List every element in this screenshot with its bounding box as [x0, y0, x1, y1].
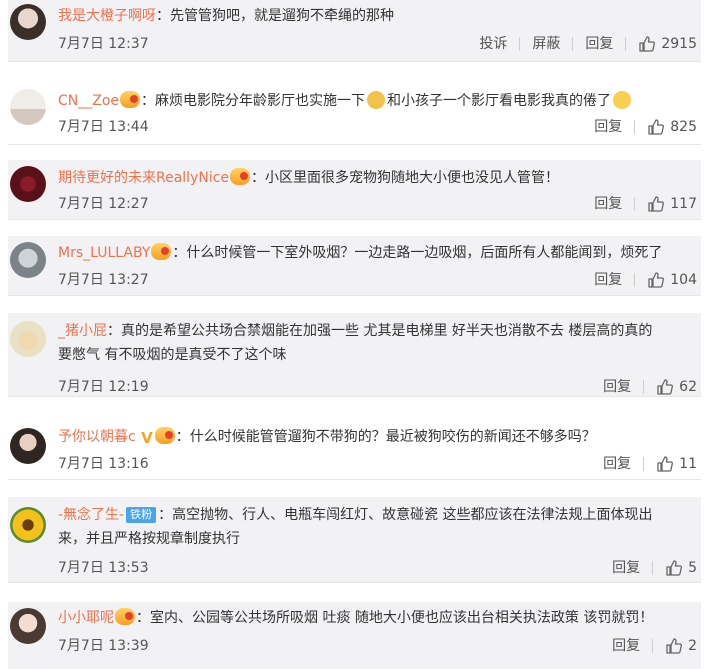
avatar[interactable] [10, 428, 46, 464]
comment-text: ：麻烦电影院分年龄影厅也实施一下 [141, 93, 366, 109]
comment-username[interactable]: 我是大橙子啊呀 [58, 8, 156, 24]
verified-v-icon: V [141, 429, 153, 447]
emoji-icon [367, 91, 386, 109]
comment-text: ：室内、公园等公共场所吸烟 吐痰 随地大小便也应该出台相关执法政策 该罚就罚！ [136, 610, 654, 626]
reply-button[interactable]: 回复 [600, 638, 652, 654]
reply-button[interactable]: 回复 [591, 456, 643, 472]
like-button[interactable]: 825 [635, 118, 697, 136]
like-button[interactable]: 5 [653, 559, 697, 577]
avatar[interactable] [10, 507, 46, 543]
thumbs-up-icon [648, 272, 665, 288]
comment-username[interactable]: 小小耶呢 [58, 610, 114, 626]
thumbs-up-icon [666, 560, 683, 576]
avatar[interactable] [10, 608, 46, 644]
like-button[interactable]: 117 [635, 195, 697, 213]
reply-button[interactable]: 回复 [582, 119, 634, 135]
fan-tag: 铁粉 [126, 507, 157, 523]
like-count: 5 [688, 560, 697, 576]
reply-button[interactable]: 回复 [573, 36, 625, 52]
comment-username[interactable]: CN__Zoe [58, 93, 119, 109]
member-badge-icon [151, 243, 172, 260]
comment-list: 我是大橙子啊呀：先管管狗吧，就是遛狗不牵绳的那种 7月7日 12:37 投诉 屏… [0, 0, 712, 669]
comment-item: 小小耶呢 ：室内、公园等公共场所吸烟 吐痰 随地大小便也应该出台相关执法政策 该罚… [8, 602, 701, 669]
comment-username[interactable]: -無念了生- [58, 507, 124, 523]
like-count: 104 [670, 272, 697, 288]
comment-time: 7月7日 12:19 [58, 379, 149, 395]
comment-text: ：高空抛物、行人、电瓶车闯红灯、故意碰瓷 这些都应该在法律法规上面体现出 [158, 507, 653, 523]
comment-item: _猪小屁：真的是希望公共场合禁烟能在加强一些 尤其是电梯里 好半天也消散不去 楼… [8, 313, 701, 397]
like-button[interactable]: 2915 [626, 35, 697, 53]
avatar[interactable] [10, 89, 46, 125]
comment-time: 7月7日 12:37 [58, 36, 149, 52]
thumbs-up-icon [666, 638, 683, 654]
comment-item: Mrs_LULLABY ：什么时候管一下室外吸烟？一边走路一边吸烟，后面所有人都能… [8, 236, 701, 296]
avatar[interactable] [10, 166, 46, 202]
comment-time: 7月7日 13:39 [58, 638, 149, 654]
like-count: 825 [670, 119, 697, 135]
reply-button[interactable]: 回复 [600, 560, 652, 576]
comment-text: ：小区里面很多宠物狗随地大小便也没见人管管！ [251, 170, 560, 186]
thumbs-up-icon [639, 36, 656, 52]
like-count: 62 [679, 379, 697, 395]
comment-time: 7月7日 13:16 [58, 456, 149, 472]
like-button[interactable]: 62 [644, 378, 697, 396]
comment-item: -無念了生- 铁粉 ：高空抛物、行人、电瓶车闯红灯、故意碰瓷 这些都应该在法律法规上… [8, 497, 701, 583]
like-count: 11 [679, 456, 697, 472]
comment-time: 7月7日 13:44 [58, 119, 149, 135]
comment-item: CN__Zoe ：麻烦电影院分年龄影厅也实施一下 和小孩子一个影厅看电影我真的倦了 … [8, 83, 701, 145]
thumbs-up-icon [648, 196, 665, 212]
comment-item: 予你以朝暮c V ：什么时候能管管遛狗不带狗的？最近被狗咬伤的新闻还不够多吗？ 7… [8, 420, 701, 480]
member-badge-icon [154, 427, 175, 444]
thumbs-up-icon [657, 379, 674, 395]
comment-text: ：先管管狗吧，就是遛狗不牵绳的那种 [156, 8, 394, 24]
thumbs-up-icon [648, 119, 665, 135]
comment-username[interactable]: 期待更好的未来ReallyNice [58, 170, 229, 186]
comment-username[interactable]: _猪小屁 [58, 323, 107, 339]
block-button[interactable]: 屏蔽 [520, 36, 572, 52]
comment-text: ：真的是希望公共场合禁烟能在加强一些 尤其是电梯里 好半天也消散不去 楼层高的真… [107, 323, 653, 339]
comment-text: ：什么时候能管管遛狗不带狗的？最近被狗咬伤的新闻还不够多吗？ [175, 429, 596, 445]
reply-button[interactable]: 回复 [582, 272, 634, 288]
member-badge-icon [230, 168, 251, 185]
comment-time: 7月7日 13:27 [58, 272, 149, 288]
comment-time: 7月7日 12:27 [58, 196, 149, 212]
like-button[interactable]: 104 [635, 271, 697, 289]
comment-item: 我是大橙子啊呀：先管管狗吧，就是遛狗不牵绳的那种 7月7日 12:37 投诉 屏… [8, 0, 701, 62]
thumbs-up-icon [657, 456, 674, 472]
laughing-emoji-icon [613, 91, 632, 109]
comment-text: ：什么时候管一下室外吸烟？一边走路一边吸烟，后面所有人都能闻到，烦死了 [172, 245, 663, 261]
comment-text: 来，并且严格按规章制度执行 [58, 531, 240, 547]
member-badge-icon [120, 91, 141, 108]
avatar[interactable] [10, 242, 46, 278]
like-button[interactable]: 2 [653, 637, 697, 655]
reply-button[interactable]: 回复 [582, 196, 634, 212]
like-count: 2915 [661, 36, 697, 52]
comment-username[interactable]: 予你以朝暮c [58, 429, 136, 445]
comment-item: 期待更好的未来ReallyNice ：小区里面很多宠物狗随地大小便也没见人管管！ … [8, 160, 701, 220]
avatar[interactable] [10, 4, 46, 40]
comment-text: 和小孩子一个影厅看电影我真的倦了 [387, 93, 612, 109]
comment-text: 要憋气 有不吸烟的是真受不了这个味 [58, 347, 287, 363]
report-button[interactable]: 投诉 [467, 36, 519, 52]
reply-button[interactable]: 回复 [591, 379, 643, 395]
like-button[interactable]: 11 [644, 455, 697, 473]
comment-username[interactable]: Mrs_LULLABY [58, 245, 150, 261]
like-count: 117 [670, 196, 697, 212]
avatar[interactable] [10, 321, 46, 357]
comment-time: 7月7日 13:53 [58, 560, 149, 576]
like-count: 2 [688, 638, 697, 654]
member-badge-icon [115, 608, 135, 625]
